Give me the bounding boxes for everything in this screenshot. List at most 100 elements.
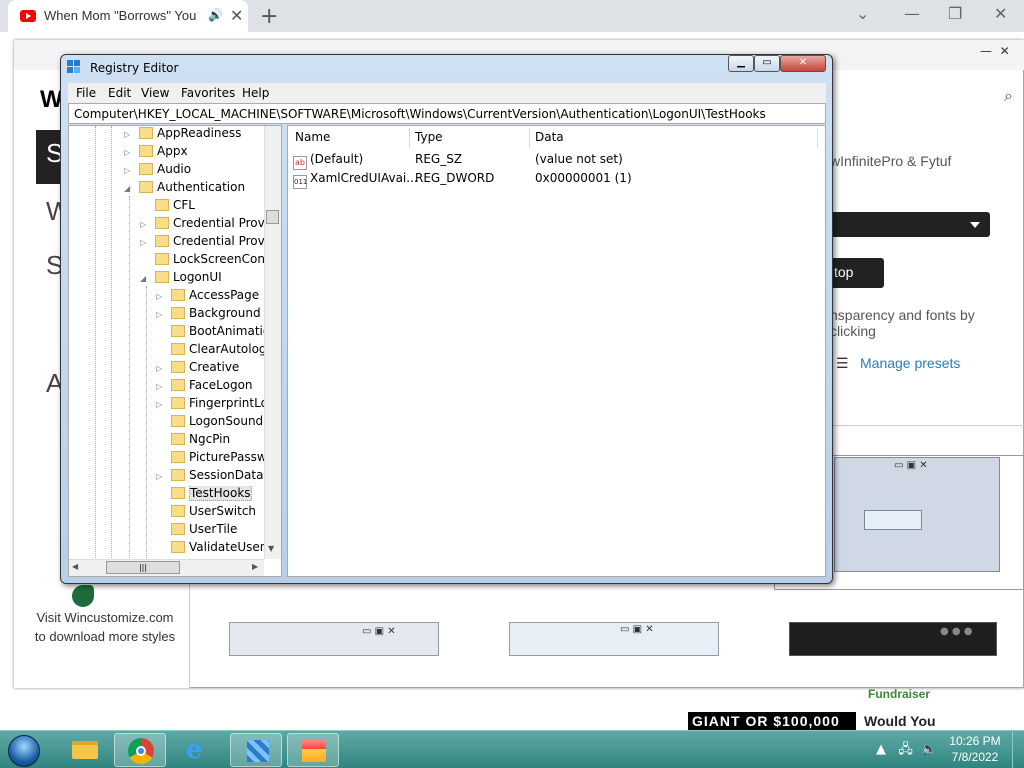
menu-view[interactable]: View [141,86,169,100]
tree-item[interactable]: Credential Provid [155,234,264,252]
values-list[interactable] [287,125,826,577]
chrome-icon[interactable] [114,733,166,767]
column-separator[interactable] [529,128,530,148]
tree-item[interactable]: ClearAutologo [171,342,264,360]
close-tab-icon[interactable]: ✕ [230,6,243,25]
tree-item[interactable]: ValidateUserna [171,540,264,558]
expand-icon[interactable]: ▷ [140,238,146,247]
taskbar-clock[interactable]: 10:26 PM 7/8/2022 [944,733,1006,765]
tree-item[interactable]: UserTile [171,522,264,540]
column-separator[interactable] [409,128,410,148]
collapse-icon[interactable]: ◢ [124,184,130,193]
minimize-button[interactable]: ▁ [728,55,754,72]
style-thumbnail-1[interactable] [229,622,439,656]
close-browser-button[interactable]: ✕ [994,4,1007,23]
tree-item[interactable]: BootAnimatio [171,324,264,342]
manage-presets-link[interactable]: ☰ Manage presets [836,355,960,372]
tree-item[interactable]: LockScreenConte [155,252,264,270]
scroll-thumb[interactable] [266,210,279,224]
registry-editor-title: Registry Editor [90,61,179,75]
value-row[interactable]: 011 XamlCredUIAvai... [293,171,418,189]
address-bar[interactable]: Computer\HKEY_LOCAL_MACHINE\SOFTWARE\Mic… [68,103,826,124]
close-button[interactable]: ✕ [780,55,826,72]
folder-icon [171,433,185,445]
column-separator[interactable] [817,128,818,148]
tree-item[interactable]: FingerprintLog [171,396,264,414]
speaker-icon[interactable]: 🔊 [208,8,223,22]
folder-stack-icon[interactable] [287,733,339,767]
start-button[interactable] [4,733,44,767]
background-dropdown[interactable] [820,212,990,237]
folder-icon [155,271,169,283]
tree-item[interactable]: AccessPage [171,288,264,306]
tree-item[interactable]: LogonSoundP [171,414,264,432]
column-header-type[interactable]: Type [415,130,443,144]
folder-icon [171,397,185,409]
tree-item-selected[interactable]: TestHooks [171,486,264,504]
folder-icon [139,145,153,157]
value-row[interactable]: ab (Default) [293,152,363,170]
restore-browser-button[interactable]: ❐ [948,4,962,23]
tree-item[interactable]: Credential Provid [155,216,264,234]
expand-icon[interactable]: ▷ [156,382,162,391]
system-tray[interactable]: ▲ 🖧 🔈 [876,740,937,762]
menu-favorites[interactable]: Favorites [181,86,235,100]
file-explorer-icon[interactable] [58,733,110,767]
menu-help[interactable]: Help [242,86,269,100]
tree-item[interactable]: Background [171,306,264,324]
internet-explorer-icon[interactable]: e [172,733,224,767]
scroll-left-icon[interactable]: ◀ [72,562,78,571]
maximize-button[interactable]: ▭ [754,55,780,72]
scroll-right-icon[interactable]: ▶ [252,562,258,571]
new-tab-button[interactable]: + [260,4,278,29]
style-thumbnail-2[interactable] [509,622,719,656]
menu-file[interactable]: File [76,86,96,100]
scroll-down-icon[interactable]: ▼ [268,544,274,553]
tree-item[interactable]: LogonUI [155,270,264,288]
tree-item[interactable]: Appx [139,144,264,162]
expand-icon[interactable]: ▷ [124,166,130,175]
tree-item[interactable]: Authentication [139,180,264,198]
expand-icon[interactable]: ▷ [156,310,162,319]
tree-vertical-scrollbar[interactable] [264,126,281,559]
expand-icon[interactable]: ▷ [156,472,162,481]
tab-search-icon[interactable]: ⌄ [856,4,869,23]
tab-title: When Mom "Borrows" Your I [44,8,196,23]
background-window-controls[interactable]: — ✕ [980,44,1010,58]
tree-item[interactable]: UserSwitch [171,504,264,522]
folder-icon [171,541,185,553]
menu-edit[interactable]: Edit [108,86,131,100]
minimize-browser-button[interactable]: — [904,4,920,23]
search-icon[interactable]: ⌕ [1004,86,1013,106]
expand-icon[interactable]: ▷ [124,148,130,157]
tree-item[interactable]: NgcPin [171,432,264,450]
column-header-name[interactable]: Name [295,130,330,144]
value-name: (Default) [310,152,364,166]
regedit-taskbar-icon[interactable] [230,733,282,767]
show-desktop-button[interactable] [1012,731,1024,768]
column-header-data[interactable]: Data [535,130,564,144]
tree-item[interactable]: SessionData [171,468,264,486]
tree-item[interactable]: Audio [139,162,264,180]
browser-tab[interactable]: When Mom "Borrows" Your I 🔊 ✕ [8,0,248,32]
tree-item[interactable]: CFL [155,198,264,216]
tree-item[interactable]: Creative [171,360,264,378]
regedit-icon [67,60,83,76]
expand-icon[interactable]: ▷ [156,400,162,409]
tree-item[interactable]: PicturePasswo [171,450,264,468]
expand-icon[interactable]: ▷ [156,364,162,373]
thumb-controls-icon: ▭ ▣ ✕ [620,624,654,635]
value-name: XamlCredUIAvai... [310,171,418,185]
tree-guide [95,126,96,558]
value-type: REG_DWORD [415,171,495,185]
collapse-icon[interactable]: ◢ [140,274,146,283]
giant-banner: GIANT OR $100,000 [688,712,856,731]
tree-item[interactable]: FaceLogon [171,378,264,396]
expand-icon[interactable]: ▷ [124,130,130,139]
scroll-thumb[interactable]: ||| [106,561,180,574]
tree-item[interactable]: AppReadiness [139,126,264,144]
folder-icon [171,469,185,481]
expand-icon[interactable]: ▷ [140,220,146,229]
expand-icon[interactable]: ▷ [156,292,162,301]
string-value-icon: ab [293,156,307,170]
